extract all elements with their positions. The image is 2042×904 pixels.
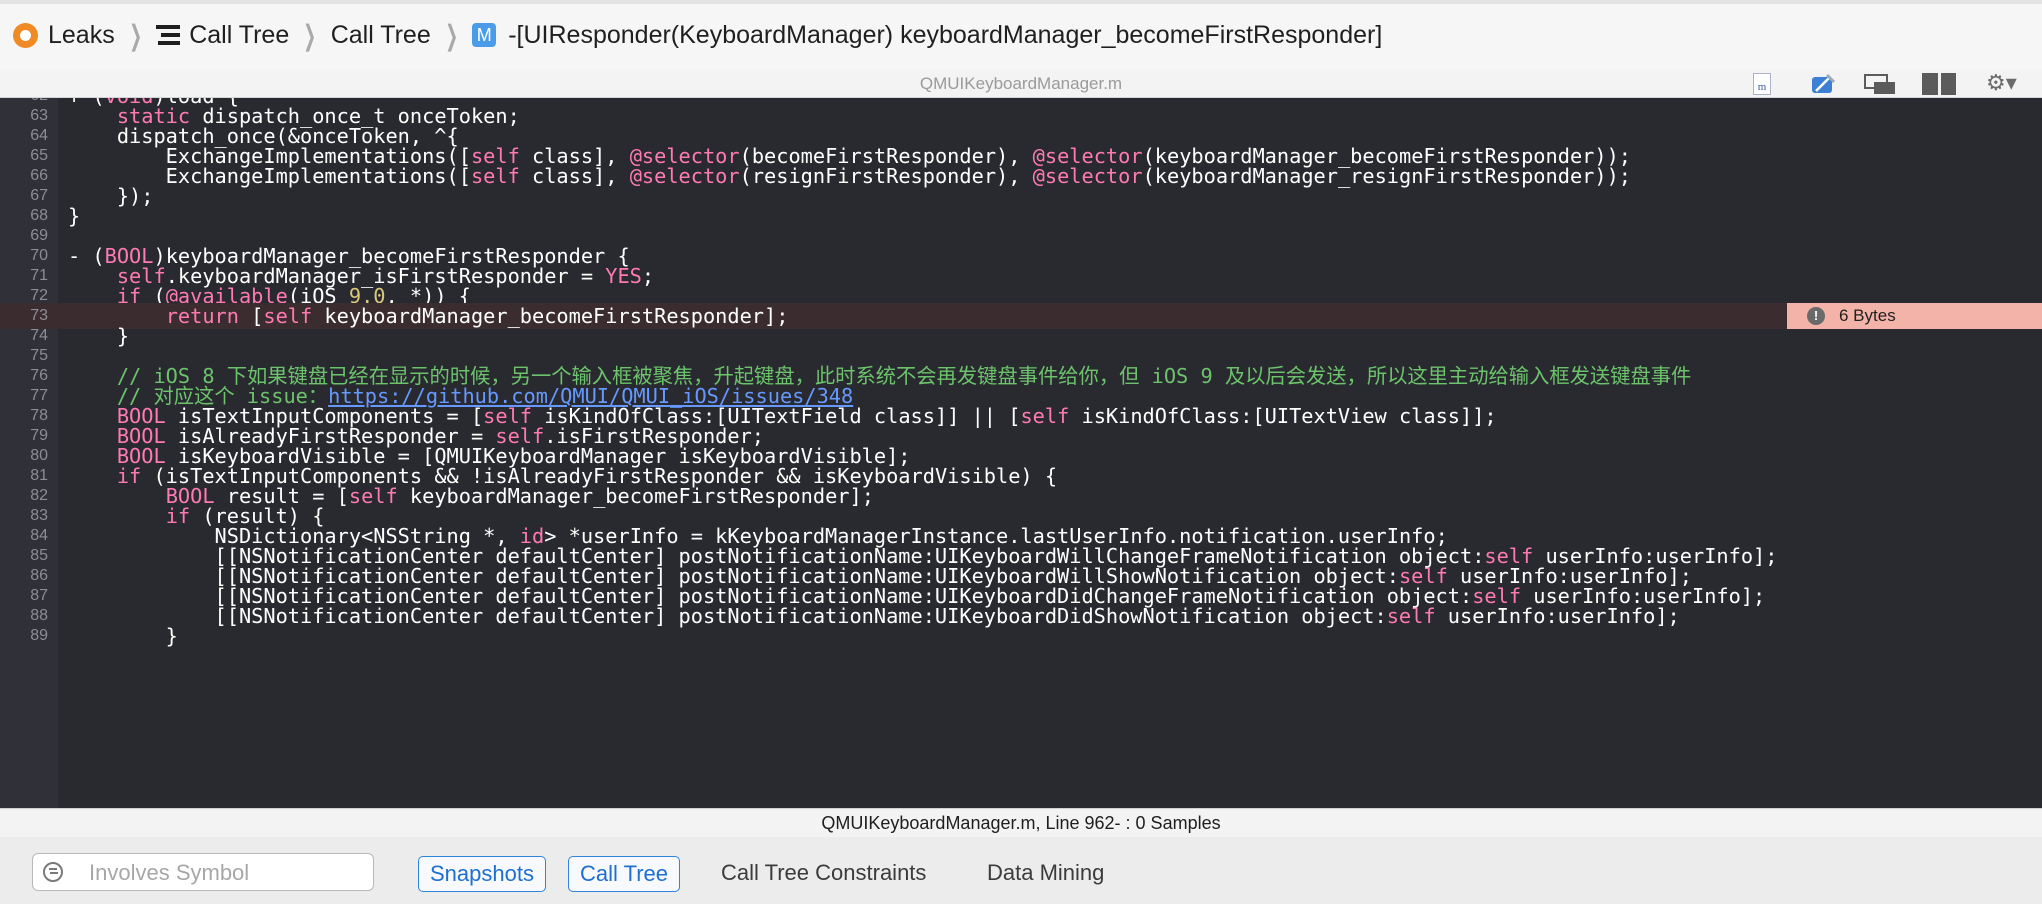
- leaks-icon: [13, 22, 38, 48]
- breadcrumb-item-call-tree[interactable]: Call Tree: [156, 0, 289, 70]
- window-layout-icon[interactable]: [1864, 73, 1896, 95]
- window-top-edge: [0, 0, 2042, 4]
- breadcrumb: Leaks ❯ Call Tree ❯ Call Tree ❯ M -[UIRe…: [0, 0, 2042, 71]
- breadcrumb-item-leaks[interactable]: Leaks: [0, 0, 115, 70]
- chevron-right-icon: ❯: [128, 18, 142, 52]
- source-editor[interactable]: 62+ (void)load {63 static dispatch_once_…: [0, 98, 2042, 808]
- split-view-icon[interactable]: [1922, 73, 1956, 95]
- call-tree-icon: [156, 25, 181, 45]
- breadcrumb-item-call-tree-sub[interactable]: Call Tree: [331, 0, 431, 70]
- chevron-right-icon: ❯: [303, 18, 317, 52]
- method-icon: M: [472, 23, 497, 47]
- tab-call-tree-constraints[interactable]: Call Tree Constraints: [710, 856, 937, 892]
- gear-icon[interactable]: ⚙▾: [1986, 73, 2022, 95]
- breadcrumb-item-label: -[UIResponder(KeyboardManager) keyboardM…: [508, 20, 1383, 49]
- breadcrumb-item-label: Leaks: [48, 20, 115, 49]
- breadcrumb-item-label: Call Tree: [330, 20, 431, 49]
- line-number: 89: [30, 627, 48, 644]
- tab-call-tree[interactable]: Call Tree: [568, 856, 681, 892]
- breadcrumb-item-label: Call Tree: [189, 20, 290, 49]
- involves-symbol-search[interactable]: [32, 853, 374, 891]
- search-input[interactable]: [87, 858, 361, 888]
- code-line[interactable]: 89 }: [0, 623, 2042, 649]
- filter-icon: [43, 862, 63, 882]
- detail-filter-bar: Snapshots Call Tree Call Tree Constraint…: [0, 837, 2042, 904]
- open-in-xcode-icon[interactable]: [1810, 73, 1836, 95]
- source-file-icon[interactable]: m: [1753, 73, 1771, 95]
- tab-data-mining[interactable]: Data Mining: [976, 856, 1115, 892]
- chevron-right-icon: ❯: [445, 18, 458, 52]
- file-header: QMUIKeyboardManager.m m ⚙▾: [0, 70, 2042, 98]
- code-text: }: [68, 624, 178, 648]
- file-name: QMUIKeyboardManager.m: [919, 74, 1123, 93]
- tab-snapshots[interactable]: Snapshots: [418, 856, 546, 892]
- breadcrumb-item-method[interactable]: M -[UIResponder(KeyboardManager) keyboar…: [472, 0, 1382, 70]
- status-line: QMUIKeyboardManager.m, Line 962- : 0 Sam…: [0, 808, 2042, 838]
